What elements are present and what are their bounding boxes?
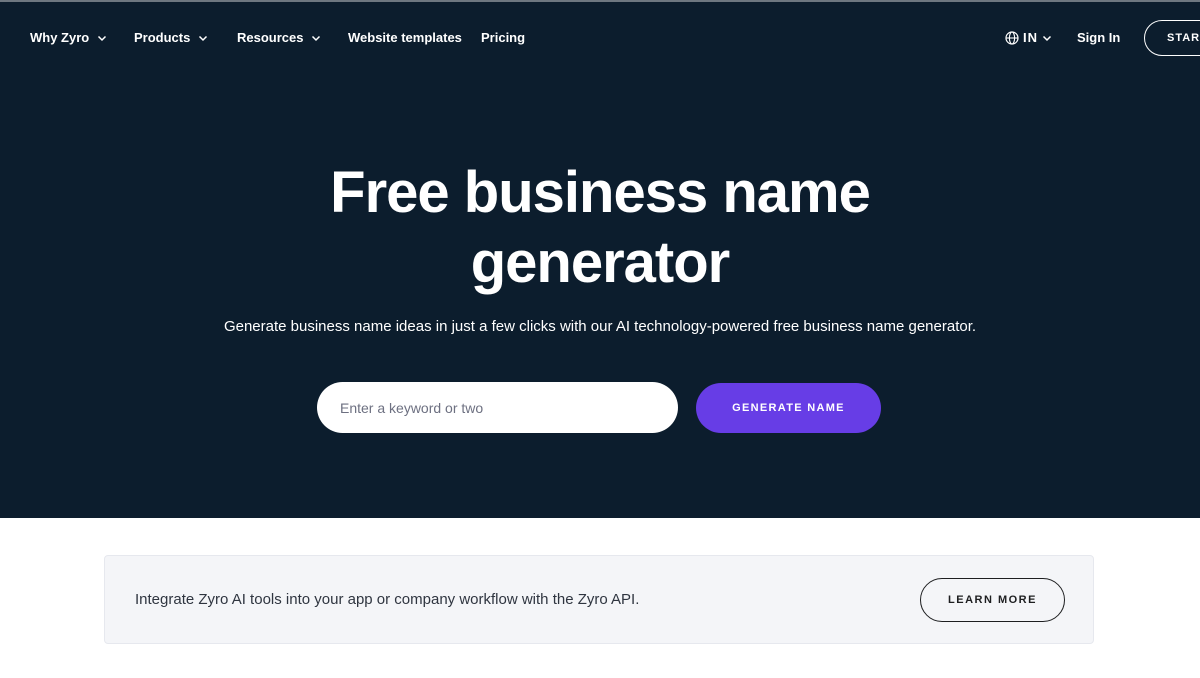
learn-more-button[interactable]: LEARN MORE xyxy=(920,578,1065,622)
sign-in-label: Sign In xyxy=(1077,30,1121,45)
nav-item-resources[interactable]: Resources xyxy=(237,30,321,46)
sign-in-link[interactable]: Sign In xyxy=(1077,30,1120,46)
title-line-2: generator xyxy=(470,230,731,295)
nav-item-products[interactable]: Products xyxy=(134,30,208,46)
nav-item-label: Pricing xyxy=(481,30,526,45)
nav-item-why-zyro[interactable]: Why Zyro xyxy=(30,30,107,46)
start-button[interactable]: START xyxy=(1144,20,1200,56)
hero-section: Why Zyro Products Resources Website temp… xyxy=(0,0,1200,518)
page-title: Free business name generator xyxy=(0,158,1200,298)
chevron-down-icon xyxy=(1042,33,1052,43)
start-button-label: START xyxy=(1167,32,1200,44)
nav-item-label: Why Zyro xyxy=(30,30,90,45)
generate-name-button[interactable]: GENERATE NAME xyxy=(696,383,881,433)
language-label: IN xyxy=(1023,30,1038,45)
api-banner: Integrate Zyro AI tools into your app or… xyxy=(104,555,1094,644)
nav-item-website-templates[interactable]: Website templates xyxy=(348,30,462,46)
nav-item-label: Products xyxy=(134,30,191,45)
api-banner-text: Integrate Zyro AI tools into your app or… xyxy=(135,591,640,608)
title-line-1: Free business name xyxy=(330,160,871,225)
chevron-down-icon xyxy=(311,33,321,43)
top-navigation: Why Zyro Products Resources Website temp… xyxy=(0,0,1200,76)
generate-name-label: GENERATE NAME xyxy=(732,402,845,414)
nav-item-label: Resources xyxy=(237,30,304,45)
keyword-input[interactable] xyxy=(317,382,678,433)
chevron-down-icon xyxy=(97,33,107,43)
chevron-down-icon xyxy=(198,33,208,43)
nav-item-pricing[interactable]: Pricing xyxy=(481,30,525,46)
page-subtitle: Generate business name ideas in just a f… xyxy=(223,318,977,335)
learn-more-label: LEARN MORE xyxy=(948,594,1037,606)
nav-item-label: Website templates xyxy=(348,30,462,45)
globe-icon xyxy=(1005,31,1019,45)
language-selector[interactable]: IN xyxy=(1005,30,1052,46)
